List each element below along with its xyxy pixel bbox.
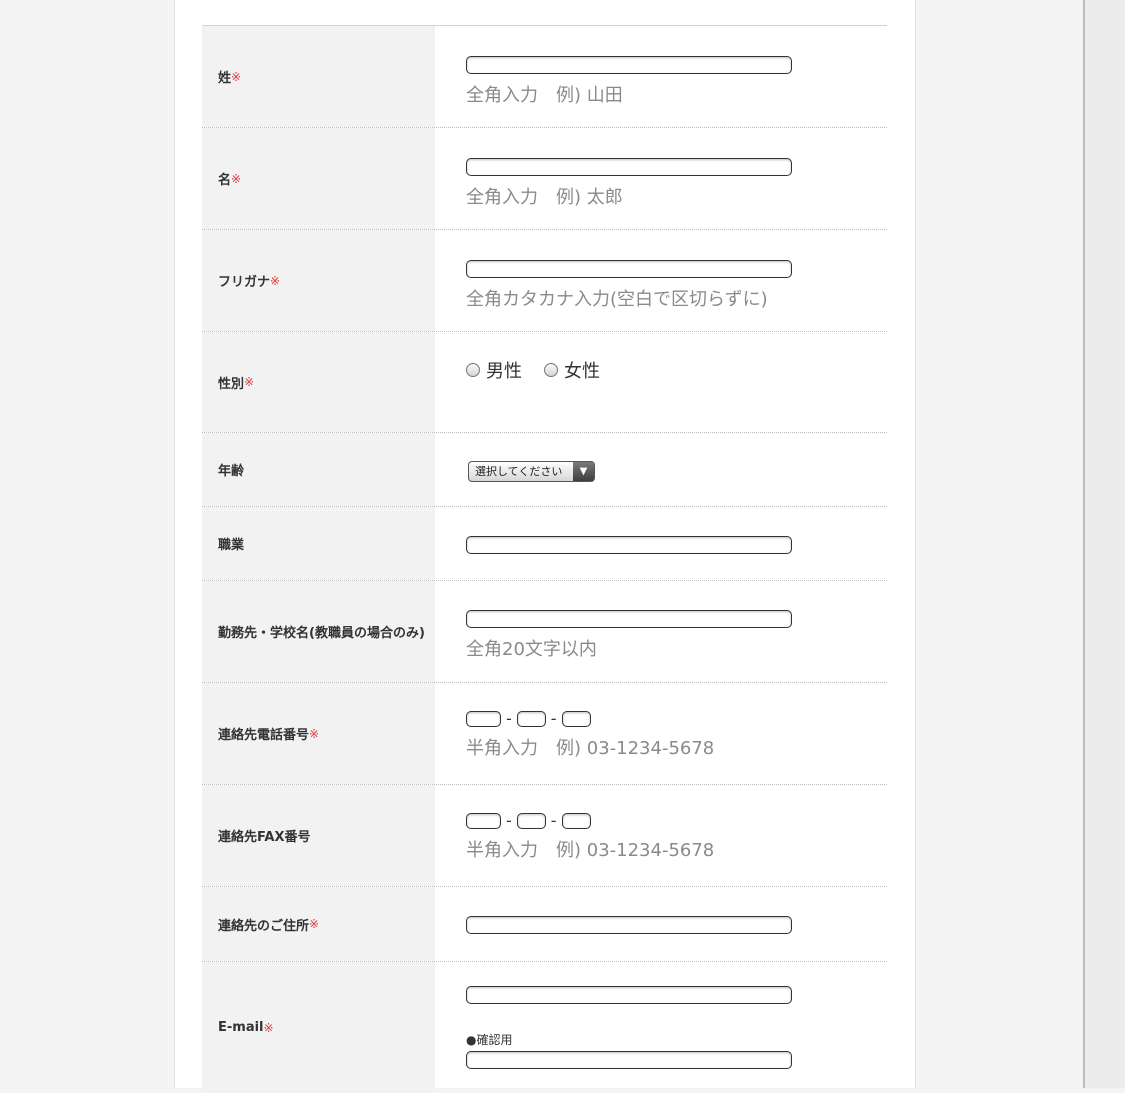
field-cell: 全角入力 例) 太郎 — [435, 128, 887, 229]
form-row-age: 年齢 選択してください ▼ — [202, 433, 887, 507]
form-row-occupation: 職業 — [202, 507, 887, 581]
phone-exchange-input[interactable] — [516, 711, 546, 727]
label-cell: 勤務先・学校名(教職員の場合のみ) — [202, 581, 435, 682]
required-mark: ※ — [309, 917, 320, 931]
workplace-input[interactable] — [466, 610, 792, 628]
field-cell: 選択してください ▼ — [435, 433, 887, 506]
required-mark: ※ — [270, 273, 281, 288]
gender-label: 性別 — [218, 376, 245, 392]
age-select[interactable]: 選択してください ▼ — [468, 461, 595, 482]
occupation-input[interactable] — [466, 536, 792, 554]
occupation-label: 職業 — [218, 538, 245, 553]
chevron-down-icon: ▼ — [573, 462, 594, 481]
label-cell: フリガナ ※ — [202, 230, 435, 331]
label-cell: 名 ※ — [202, 128, 435, 229]
workplace-label: 勤務先・学校名(教職員の場合のみ) — [218, 626, 425, 641]
field-cell: 男性 女性 — [435, 332, 887, 432]
form-row-gender: 性別 ※ 男性 女性 — [202, 332, 887, 433]
label-cell: 姓 ※ — [202, 26, 435, 127]
label-cell: 年齢 — [202, 433, 435, 506]
fax-exchange-input[interactable] — [516, 813, 546, 829]
phone-separator: - — [506, 709, 512, 728]
age-label: 年齢 — [218, 464, 245, 479]
first-name-note: 全角入力 例) 太郎 — [466, 187, 623, 208]
last-name-label: 姓 — [218, 71, 232, 86]
gender-male-label[interactable]: 男性 — [486, 357, 522, 383]
address-input[interactable] — [466, 916, 792, 934]
label-cell: 連絡先のご住所 ※ — [202, 887, 435, 961]
form-row-last-name: 姓 ※ 全角入力 例) 山田 — [202, 26, 887, 128]
form-row-workplace: 勤務先・学校名(教職員の場合のみ) 全角20文字以内 — [202, 581, 887, 683]
furigana-label: フリガナ — [218, 275, 271, 290]
fax-separator: - — [550, 811, 557, 830]
phone-number-input[interactable] — [561, 711, 591, 727]
fax-area-input[interactable] — [466, 813, 501, 829]
scrollbar[interactable] — [1083, 0, 1125, 1088]
gender-female-radio[interactable] — [544, 363, 558, 377]
form-row-address: 連絡先のご住所 ※ — [202, 887, 887, 962]
field-cell: 全角カタカナ入力(空白で区切らずに) — [435, 230, 887, 331]
form-row-email: E-mail ※ ●確認用 — [202, 962, 887, 1093]
furigana-note: 全角カタカナ入力(空白で区切らずに) — [466, 289, 768, 310]
form-row-fax: 連絡先FAX番号 - - 半角入力 例) 03-1234-5678 — [202, 785, 887, 887]
fax-separator: - — [506, 811, 512, 830]
phone-note: 半角入力 例) 03-1234-5678 — [466, 738, 715, 759]
fax-input-group: - - — [466, 813, 887, 829]
phone-label: 連絡先電話番号 — [218, 728, 310, 743]
fax-number-input[interactable] — [561, 813, 591, 829]
first-name-label: 名 — [218, 173, 232, 188]
address-label: 連絡先のご住所 — [218, 918, 310, 934]
field-cell: ●確認用 — [435, 962, 887, 1093]
first-name-input[interactable] — [466, 158, 792, 176]
required-mark: ※ — [231, 69, 242, 84]
field-cell — [435, 887, 887, 961]
age-select-value: 選択してください — [475, 465, 563, 478]
phone-area-input[interactable] — [466, 711, 501, 727]
workplace-note: 全角20文字以内 — [466, 639, 597, 660]
label-cell: 職業 — [202, 507, 435, 580]
field-cell: 全角入力 例) 山田 — [435, 26, 887, 127]
last-name-note: 全角入力 例) 山田 — [466, 85, 623, 106]
label-cell: 性別 ※ — [202, 332, 435, 432]
furigana-input[interactable] — [466, 260, 792, 278]
form-row-furigana: フリガナ ※ 全角カタカナ入力(空白で区切らずに) — [202, 230, 887, 332]
gender-radio-group: 男性 女性 — [466, 357, 887, 383]
label-cell: E-mail ※ — [202, 962, 435, 1093]
email-input[interactable] — [466, 986, 792, 1004]
field-cell: - - 半角入力 例) 03-1234-5678 — [435, 683, 887, 784]
form-row-phone: 連絡先電話番号 ※ - - 半角入力 例) 03-1234-5678 — [202, 683, 887, 785]
field-cell: - - 半角入力 例) 03-1234-5678 — [435, 785, 887, 886]
required-mark: ※ — [309, 726, 320, 741]
email-label: E-mail — [218, 1020, 264, 1035]
email-confirm-label: ●確認用 — [466, 1033, 513, 1047]
contact-form: 姓 ※ 全角入力 例) 山田 名 ※ 全角入力 例) 太郎 フリガナ ※ 全角カ… — [202, 25, 887, 1093]
form-row-first-name: 名 ※ 全角入力 例) 太郎 — [202, 128, 887, 230]
label-cell: 連絡先FAX番号 — [202, 785, 435, 886]
gender-female-label[interactable]: 女性 — [564, 357, 600, 383]
last-name-input[interactable] — [466, 56, 792, 74]
email-confirm-input[interactable] — [466, 1051, 792, 1069]
gender-male-radio[interactable] — [466, 363, 480, 377]
required-mark: ※ — [263, 1020, 274, 1035]
required-mark: ※ — [231, 171, 242, 186]
fax-note: 半角入力 例) 03-1234-5678 — [466, 840, 715, 861]
phone-separator: - — [550, 709, 557, 728]
label-cell: 連絡先電話番号 ※ — [202, 683, 435, 784]
field-cell — [435, 507, 887, 580]
phone-input-group: - - — [466, 711, 887, 727]
required-mark: ※ — [244, 375, 255, 389]
field-cell: 全角20文字以内 — [435, 581, 887, 682]
fax-label: 連絡先FAX番号 — [218, 830, 311, 845]
